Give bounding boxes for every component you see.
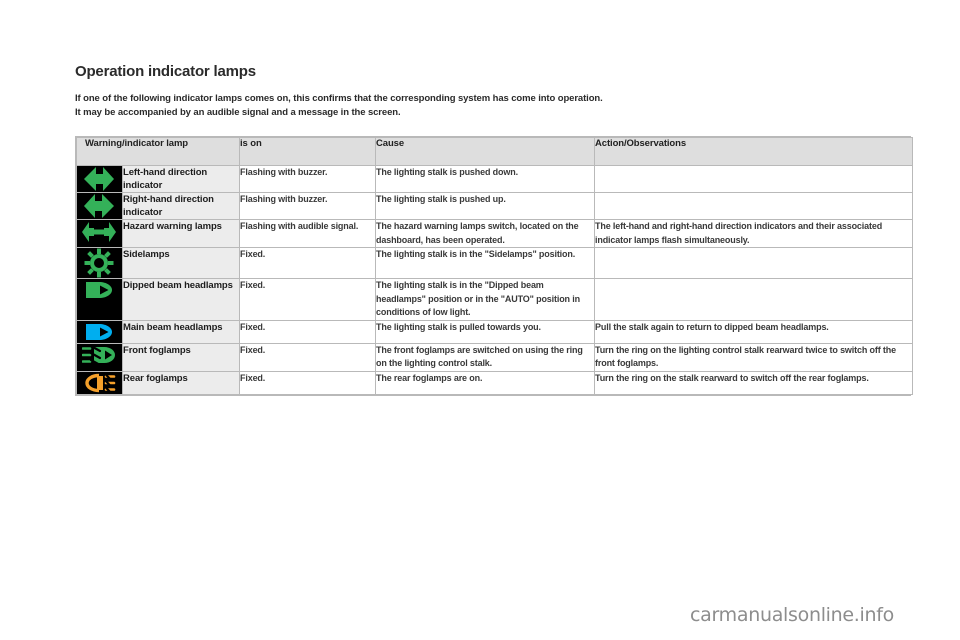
lamp-cause-cell: The lighting stalk is pushed down. bbox=[375, 165, 596, 193]
lamp-label-cell: Sidelamps bbox=[121, 247, 241, 279]
column-header-action: Action/Observations bbox=[594, 137, 914, 166]
lamp-icon-cell bbox=[76, 278, 123, 321]
table-row: Right-hand direction indicator Flashing w… bbox=[76, 192, 914, 220]
lamp-label-cell: Main beam headlamps bbox=[121, 319, 241, 344]
front-foglamps-icon bbox=[77, 344, 121, 366]
table-row: Rear foglamps Fixed. The rear foglamps are… bbox=[76, 370, 914, 395]
lamp-action-cell bbox=[594, 278, 914, 321]
site-watermark: carmanualsonline.info bbox=[690, 604, 894, 626]
lamp-label-cell: Front foglamps bbox=[121, 342, 241, 372]
lamp-is-on-cell: Fixed. bbox=[239, 342, 377, 372]
lamp-icon-cell bbox=[76, 319, 123, 344]
table-row: Hazard warning lamps Flashing with audibl… bbox=[76, 219, 914, 248]
right-direction-indicator-icon bbox=[77, 193, 121, 219]
table-row: Main beam headlamps Fixed. The lighting st… bbox=[76, 319, 914, 344]
column-header-is-on: is on bbox=[239, 137, 377, 166]
lamp-icon-cell bbox=[76, 219, 123, 248]
lamp-action-cell: Pull the stalk again to return to dipped… bbox=[594, 319, 914, 344]
indicator-lamps-table-wrapper: Warning/indicator lamp is on Cause Actio… bbox=[75, 136, 914, 396]
column-header-cause: Cause bbox=[375, 137, 596, 166]
lamp-action-cell: Turn the ring on the stalk rearward to s… bbox=[594, 370, 914, 395]
table-header-row: Warning/indicator lamp is on Cause Actio… bbox=[75, 137, 914, 166]
lamp-is-on-cell: Flashing with audible signal. bbox=[239, 219, 377, 248]
lamp-icon-cell bbox=[76, 192, 123, 220]
hazard-warning-lamps-icon bbox=[77, 220, 121, 244]
lamp-cause-cell: The lighting stalk is in the "Dipped bea… bbox=[375, 278, 596, 321]
indicator-lamps-table: Warning/indicator lamp is on Cause Actio… bbox=[75, 137, 914, 395]
lamp-cause-cell: The front foglamps are switched on using… bbox=[375, 342, 596, 372]
lamp-cause-cell: The rear foglamps are on. bbox=[375, 370, 596, 395]
heading-block: Operation indicator lamps If one of the … bbox=[75, 64, 911, 120]
lamp-icon-cell bbox=[76, 247, 123, 279]
lamp-is-on-cell: Flashing with buzzer. bbox=[239, 192, 377, 220]
table-row: Dipped beam headlamps Fixed. The lighting … bbox=[76, 278, 914, 321]
lamp-label-cell: Rear foglamps bbox=[121, 370, 241, 395]
table-body: Left-hand direction indicator Flashing wi… bbox=[76, 165, 914, 395]
lamp-is-on-cell: Fixed. bbox=[239, 370, 377, 395]
rear-foglamps-icon bbox=[77, 371, 121, 394]
page-title: Operation indicator lamps bbox=[75, 63, 256, 80]
main-beam-headlamps-icon bbox=[77, 321, 121, 343]
lamp-action-cell bbox=[594, 192, 914, 220]
sidelamps-icon bbox=[77, 248, 121, 278]
lamp-is-on-cell: Fixed. bbox=[239, 247, 377, 279]
table-row: Left-hand direction indicator Flashing wi… bbox=[76, 165, 914, 193]
lamp-is-on-cell: Fixed. bbox=[239, 278, 377, 321]
lamp-action-cell: Turn the ring on the lighting control st… bbox=[594, 342, 914, 372]
lamp-cause-cell: The hazard warning lamps switch, located… bbox=[375, 219, 596, 248]
lamp-cause-cell: The lighting stalk is pushed up. bbox=[375, 192, 596, 220]
table-header: Warning/indicator lamp is on Cause Actio… bbox=[75, 137, 914, 166]
dipped-beam-headlamps-icon bbox=[77, 279, 121, 301]
column-header-lamp: Warning/indicator lamp bbox=[75, 137, 241, 166]
left-direction-indicator-icon bbox=[77, 166, 121, 192]
lamp-is-on-cell: Fixed. bbox=[239, 319, 377, 344]
lamp-label-cell: Hazard warning lamps bbox=[121, 219, 241, 248]
lamp-cause-cell: The lighting stalk is in the "Sidelamps"… bbox=[375, 247, 596, 279]
lamp-icon-cell bbox=[76, 370, 123, 395]
table-row: Sidelamps Fixed. The lighting stalk is in … bbox=[76, 247, 914, 279]
lamp-is-on-cell: Flashing with buzzer. bbox=[239, 165, 377, 193]
lamp-icon-cell bbox=[76, 165, 123, 193]
lamp-action-cell bbox=[594, 247, 914, 279]
table-row: Front foglamps Fixed. The front foglamps a… bbox=[76, 342, 914, 372]
lamp-cause-cell: The lighting stalk is pulled towards you… bbox=[375, 319, 596, 344]
lamp-label-cell: Left-hand direction indicator bbox=[121, 165, 241, 193]
manual-page: Operation indicator lamps If one of the … bbox=[0, 0, 960, 640]
lamp-icon-cell bbox=[76, 342, 123, 372]
lamp-label-cell: Right-hand direction indicator bbox=[121, 192, 241, 220]
lamp-action-cell bbox=[594, 165, 914, 193]
lamp-label-cell: Dipped beam headlamps bbox=[121, 278, 241, 321]
intro-paragraph-line-2: It may be accompanied by an audible sign… bbox=[75, 107, 401, 118]
intro-paragraph-line-1: If one of the following indicator lamps … bbox=[75, 93, 603, 104]
lamp-action-cell: The left-hand and right-hand direction i… bbox=[594, 219, 914, 248]
